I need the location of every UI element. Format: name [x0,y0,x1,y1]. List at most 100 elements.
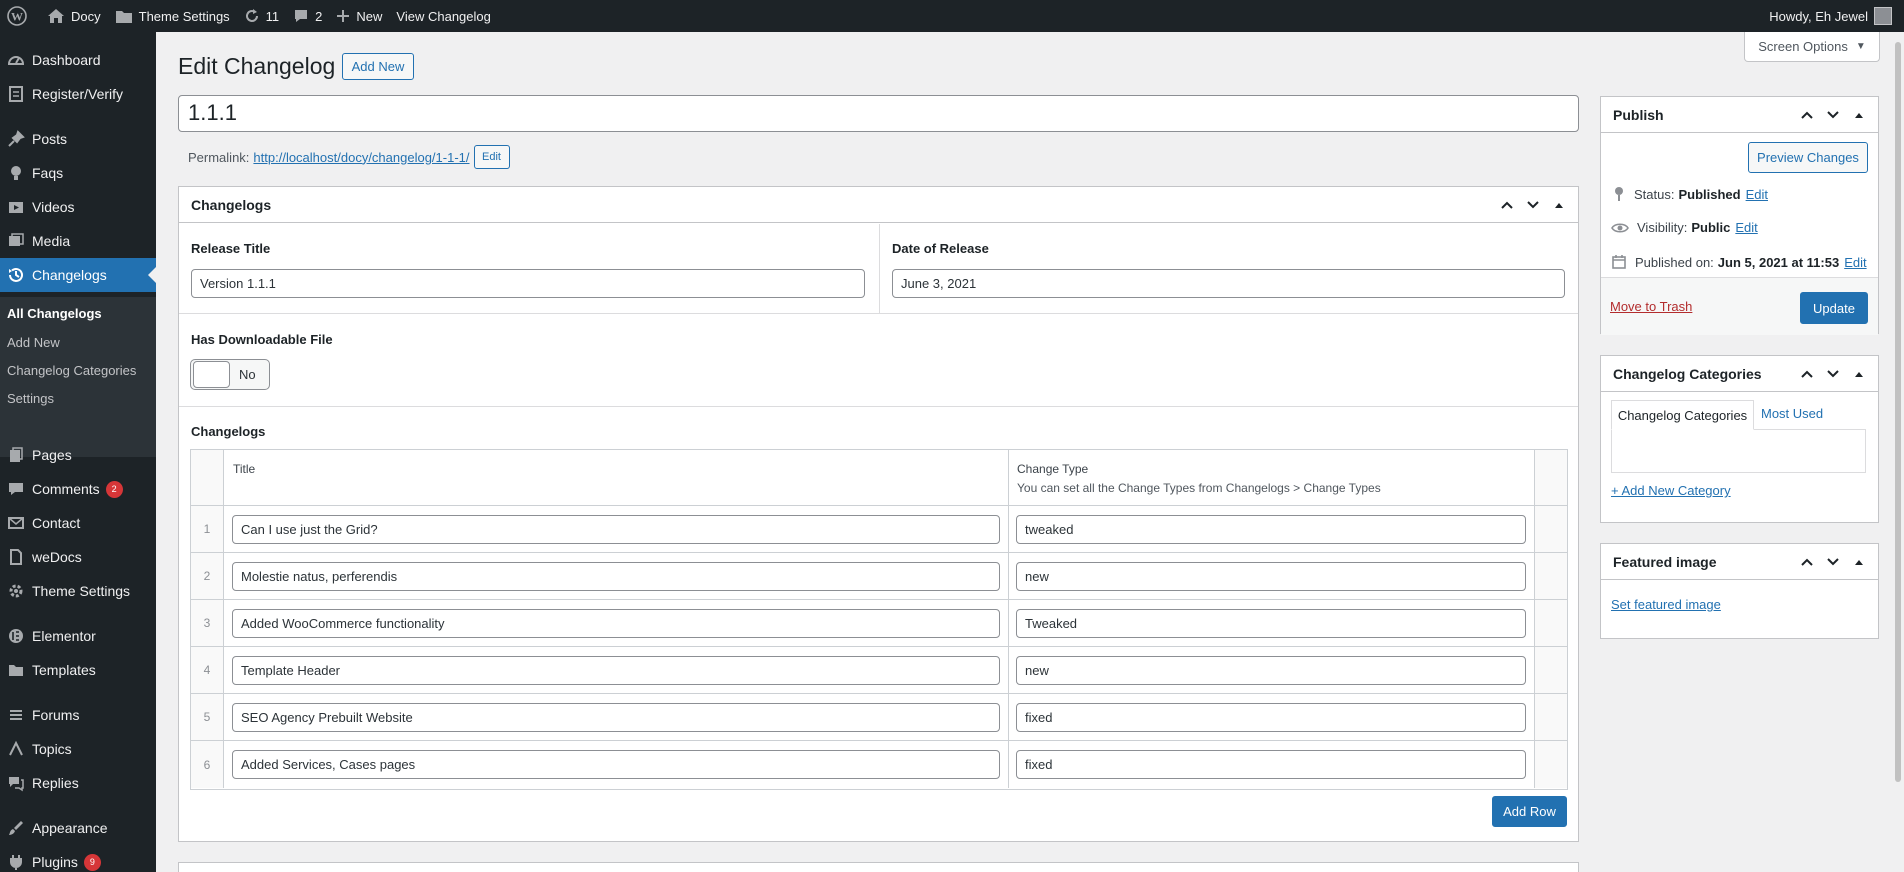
row-title-input[interactable]: SEO Agency Prebuilt Website [232,703,1000,732]
menu-pages[interactable]: Pages [0,438,156,472]
chevron-up-icon[interactable] [1794,544,1820,580]
row-remove-cell[interactable] [1534,741,1567,788]
menu-wedocs[interactable]: weDocs [0,540,156,574]
add-new-button[interactable]: Add New [342,53,414,80]
comments-link[interactable]: 2 [286,0,329,32]
collapse-triangle-icon[interactable] [1846,544,1872,580]
table-row: 6 Added Services, Cases pages fixed [191,741,1567,788]
field-divider [179,313,1578,314]
wordpress-logo-icon[interactable]: W [0,0,40,32]
row-number[interactable]: 4 [191,647,224,693]
release-title-input[interactable]: Version 1.1.1 [191,269,865,298]
chevron-up-icon[interactable] [1794,356,1820,392]
register-icon [0,85,32,103]
tab-all-categories[interactable]: Changelog Categories [1611,400,1754,430]
row-number[interactable]: 6 [191,741,224,788]
menu-register-verify[interactable]: Register/Verify [0,77,156,111]
scrollbar-thumb[interactable] [1895,42,1901,782]
updates-link[interactable]: 11 [237,0,287,32]
page-scrollbar[interactable] [1892,32,1904,872]
post-title-input[interactable]: 1.1.1 [178,95,1579,132]
submenu-settings[interactable]: Settings [7,391,54,406]
doc-icon [0,548,32,566]
column-divider [1008,647,1009,693]
row-number[interactable]: 1 [191,506,224,552]
edit-date-link[interactable]: Edit [1844,255,1866,270]
permalink-edit-button[interactable]: Edit [473,145,510,169]
menu-theme-settings[interactable]: Theme Settings [0,574,156,608]
menu-dashboard[interactable]: Dashboard [0,43,156,77]
row-change-type-input[interactable]: fixed [1016,703,1526,732]
row-remove-cell[interactable] [1534,553,1567,599]
menu-topics[interactable]: Topics [0,732,156,766]
refresh-icon [244,8,266,24]
menu-appearance[interactable]: Appearance [0,811,156,845]
row-title-input[interactable]: Molestie natus, perferendis [232,562,1000,591]
add-row-button[interactable]: Add Row [1492,796,1567,827]
row-change-type-input[interactable]: tweaked [1016,515,1526,544]
menu-templates[interactable]: Templates [0,653,156,687]
chevron-up-icon[interactable] [1494,187,1520,223]
set-featured-image-link[interactable]: Set featured image [1611,597,1721,612]
row-remove-cell[interactable] [1534,506,1567,552]
chevron-down-icon[interactable] [1820,544,1846,580]
site-name-link[interactable]: Docy [40,0,108,32]
menu-videos[interactable]: Videos [0,190,156,224]
row-title-input[interactable]: Added Services, Cases pages [232,750,1000,779]
menu-replies[interactable]: Replies [0,766,156,800]
theme-settings-link[interactable]: Theme Settings [108,0,237,32]
row-title-input[interactable]: Added WooCommerce functionality [232,609,1000,638]
row-title-input[interactable]: Template Header [232,656,1000,685]
update-button[interactable]: Update [1800,292,1868,324]
row-number[interactable]: 5 [191,694,224,740]
menu-changelogs[interactable]: Changelogs [0,258,156,292]
permalink-url-link[interactable]: http://localhost/docy/changelog/1-1-1/ [253,150,469,165]
row-number[interactable]: 3 [191,600,224,646]
submenu-changelog-categories[interactable]: Changelog Categories [7,363,136,378]
menu-elementor[interactable]: Elementor [0,619,156,653]
edit-status-link[interactable]: Edit [1746,187,1768,202]
menu-faqs[interactable]: Faqs [0,156,156,190]
header-remove-cell [1534,450,1567,505]
categories-checklist [1611,429,1866,473]
chevron-down-icon[interactable] [1820,97,1846,133]
account-menu[interactable]: Howdy, Eh Jewel [1769,0,1892,32]
menu-posts[interactable]: Posts [0,122,156,156]
collapse-triangle-icon[interactable] [1846,97,1872,133]
edit-visibility-link[interactable]: Edit [1735,220,1757,235]
column-divider [1008,506,1009,552]
preview-changes-button[interactable]: Preview Changes [1748,142,1868,173]
screen-options-button[interactable]: Screen Options ▼ [1744,32,1880,62]
row-change-type-input[interactable]: new [1016,656,1526,685]
row-change-type-input[interactable]: new [1016,562,1526,591]
menu-contact[interactable]: Contact [0,506,156,540]
tab-most-used[interactable]: Most Used [1761,406,1823,421]
menu-forums[interactable]: Forums [0,698,156,732]
row-remove-cell[interactable] [1534,694,1567,740]
row-remove-cell[interactable] [1534,600,1567,646]
categories-metabox-header: Changelog Categories [1601,356,1878,392]
row-number[interactable]: 2 [191,553,224,599]
row-title-input[interactable]: Can I use just the Grid? [232,515,1000,544]
date-of-release-input[interactable]: June 3, 2021 [892,269,1565,298]
chevron-down-icon[interactable] [1820,356,1846,392]
submenu-add-new[interactable]: Add New [7,335,60,350]
menu-media[interactable]: Media [0,224,156,258]
row-change-type-input[interactable]: Tweaked [1016,609,1526,638]
metabox-handle-actions [1794,97,1872,133]
row-remove-cell[interactable] [1534,647,1567,693]
chevron-down-icon[interactable] [1520,187,1546,223]
add-new-category-link[interactable]: + Add New Category [1611,483,1731,498]
row-change-type-input[interactable]: fixed [1016,750,1526,779]
view-changelog-link[interactable]: View Changelog [389,0,497,32]
menu-comments[interactable]: Comments 2 [0,472,156,506]
chevron-up-icon[interactable] [1794,97,1820,133]
downloadable-toggle[interactable]: No [190,359,270,390]
column-divider [1008,741,1009,788]
collapse-triangle-icon[interactable] [1546,187,1572,223]
new-content-link[interactable]: New [329,0,389,32]
submenu-all-changelogs[interactable]: All Changelogs [7,306,102,321]
collapse-triangle-icon[interactable] [1846,356,1872,392]
move-to-trash-link[interactable]: Move to Trash [1610,299,1692,314]
menu-plugins[interactable]: Plugins 9 [0,845,156,872]
